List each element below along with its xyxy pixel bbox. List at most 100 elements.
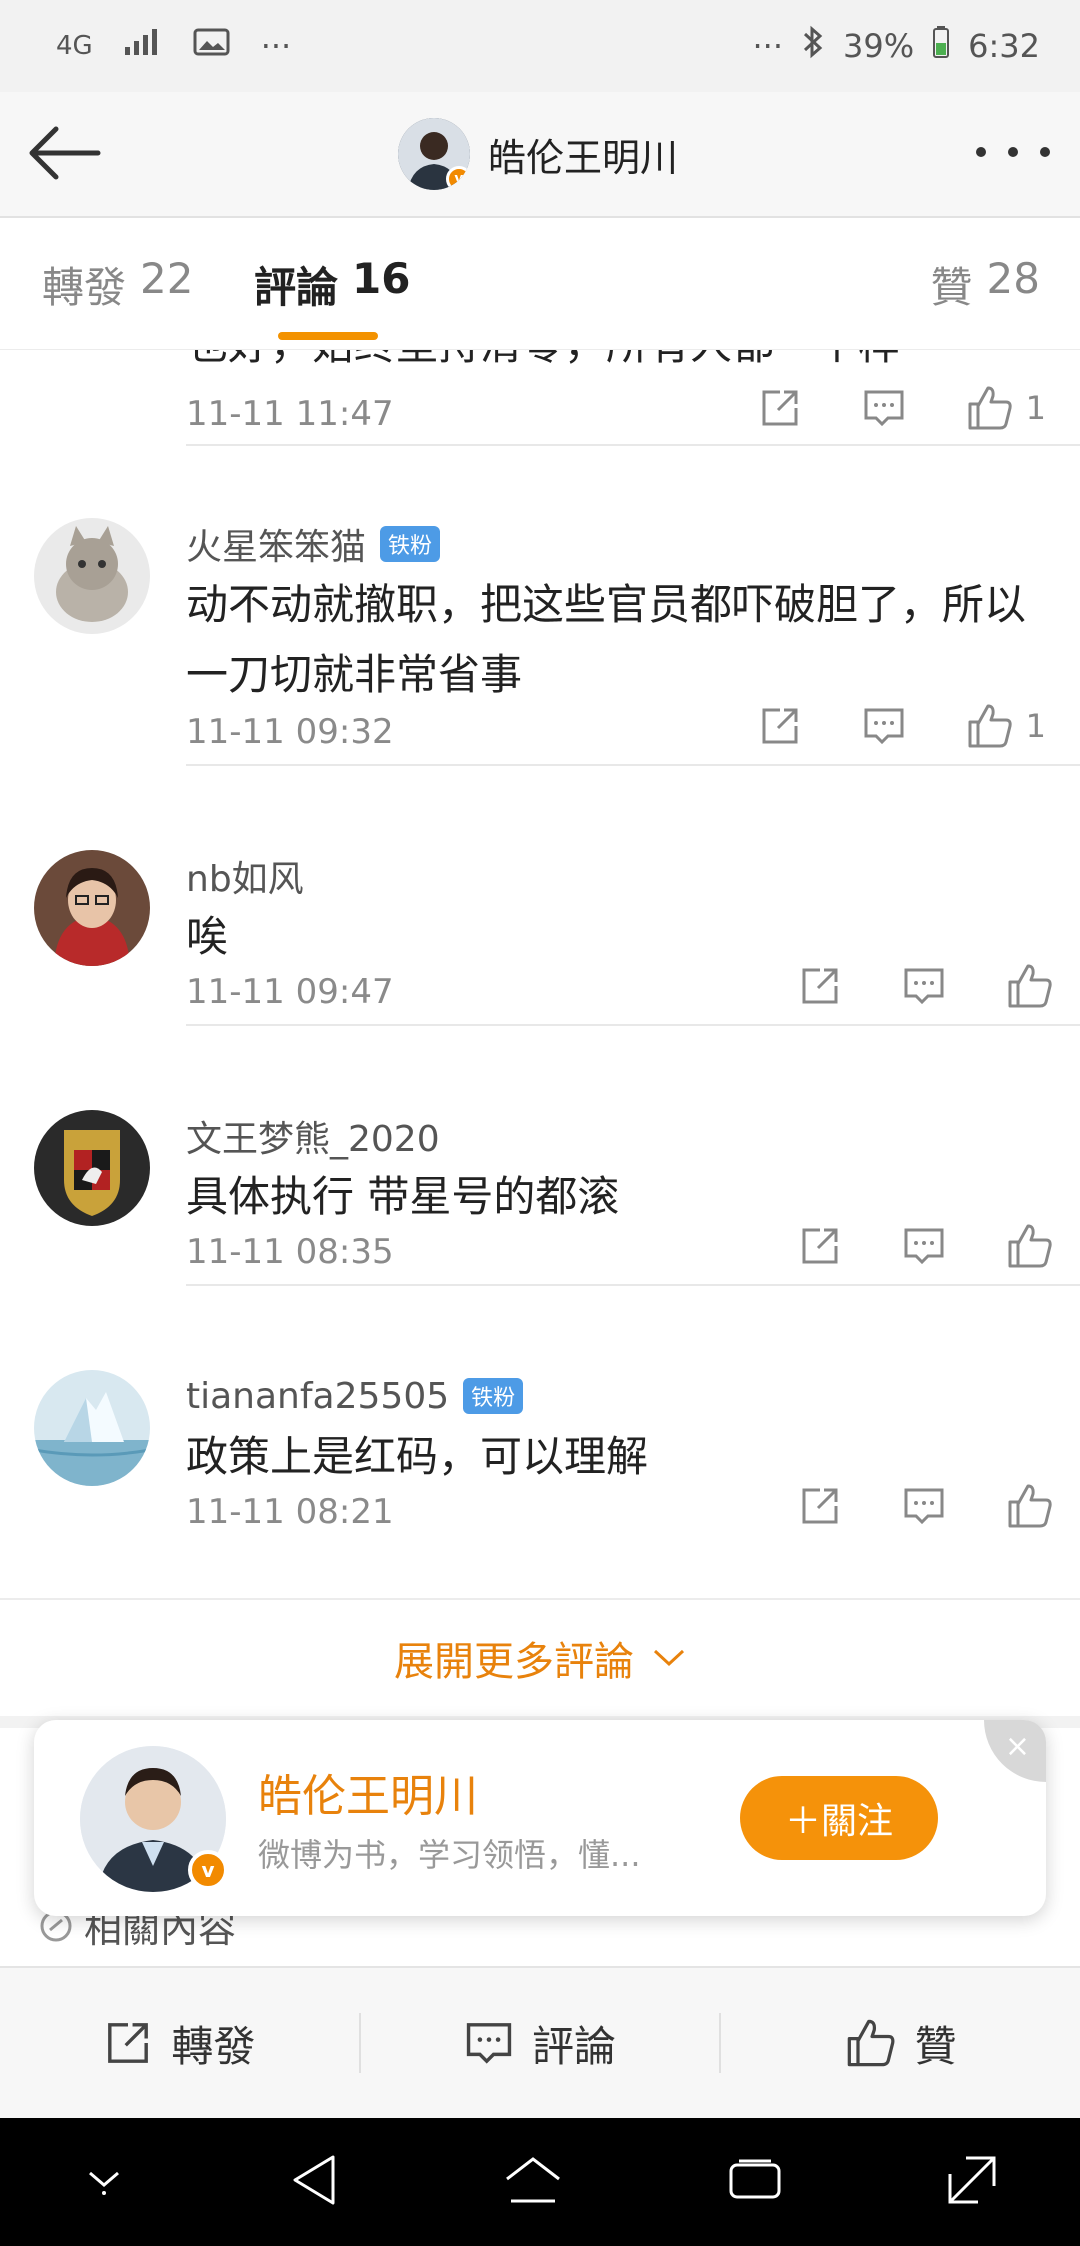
tab-repost-count: 22 [140,254,194,303]
follow-card: v 皓伦王明川 微博为书，学习领悟，懂... ＋關注 × [34,1720,1046,1916]
chevron-down-icon [653,1649,685,1667]
page-title: 皓伦王明川 [488,135,679,180]
fan-badge: 铁粉 [463,1378,524,1414]
reply-button[interactable] [902,1484,946,1528]
avatar[interactable] [34,1110,150,1226]
share-button[interactable] [758,386,802,430]
battery-icon [932,25,950,67]
like-button[interactable]: 1 [966,702,1046,750]
reply-button[interactable] [862,704,906,748]
nav-home-button[interactable] [503,2155,563,2209]
comment-actions [798,1222,1054,1270]
comment-time: 11-11 08:21 [186,1492,394,1532]
like-count: 1 [1025,389,1046,427]
expand-icon [948,2156,996,2204]
nav-author[interactable]: v 皓伦王明川 [398,116,678,192]
verified-icon: v [446,166,470,190]
like-button[interactable] [1006,1482,1054,1530]
share-icon [762,708,798,744]
nav-recents-button[interactable] [727,2157,783,2207]
reply-button[interactable] [902,964,946,1008]
share-icon [108,2023,149,2063]
comment-icon [904,1488,944,1525]
author-name[interactable]: 皓伦王明川 [258,1760,478,1824]
nav-expand-button[interactable] [946,2154,998,2210]
comment-actions [798,1482,1054,1530]
status-left: 4G ··· [56,27,291,65]
like-button[interactable] [1006,962,1054,1010]
comment-time: 11-11 09:47 [186,972,394,1012]
reply-button[interactable] [902,1224,946,1268]
clock: 6:32 [968,27,1040,65]
expand-more-comments[interactable]: 展開更多評論 [0,1598,1080,1716]
bottom-toolbar: 轉發 評論 贊 [0,1966,1080,2118]
tab-like[interactable]: 贊 28 [931,254,1040,315]
share-button[interactable] [758,704,802,748]
thumbs-up-icon [1008,1224,1052,1268]
image-icon [193,27,231,65]
status-more: ··· [260,27,292,65]
more-options-button[interactable] [976,132,1050,172]
bluetooth-icon [801,25,825,67]
comment-icon [864,708,904,745]
divider [186,444,1080,446]
tab-repost[interactable]: 轉發 22 [42,254,193,315]
share-icon [762,390,798,426]
comment-author[interactable]: tiananfa25505 铁粉 [186,1370,1050,1422]
comment-button[interactable]: 評論 [361,2013,720,2074]
author-name: 火星笨笨猫 [186,527,367,568]
comment-author[interactable]: 文王梦熊_2020 [186,1110,1050,1162]
share-button[interactable] [798,1484,842,1528]
tab-repost-label: 轉發 [42,263,127,312]
tab-bar: 轉發 22 評論 16 贊 28 [0,218,1080,350]
author-name: 文王梦熊_2020 [186,1119,440,1160]
thumbs-up-icon [1008,1484,1052,1528]
divider [186,1284,1080,1286]
share-icon [802,1488,838,1524]
back-button[interactable] [26,118,106,188]
reply-button[interactable] [862,386,906,430]
share-icon [802,968,838,1004]
comment-actions [798,962,1054,1010]
comment-time: 11-11 09:32 [186,712,394,752]
like-count: 1 [1025,707,1046,745]
nav-back-button[interactable] [289,2153,339,2211]
comment-time: 11-11 08:35 [186,1232,394,1272]
like-button[interactable]: 贊 [721,2013,1080,2074]
comment-actions: 1 [758,702,1046,750]
chevron-down-icon [88,2171,119,2195]
share-icon [802,1228,838,1264]
author-avatar[interactable]: v [80,1746,228,1892]
comment-icon [904,1228,944,1265]
avatar[interactable] [34,850,150,966]
comment-author[interactable]: nb如风 [186,850,1050,902]
recents-icon [729,2159,781,2199]
comment-author[interactable]: 火星笨笨猫 铁粉 [186,518,1050,570]
like-label: 贊 [914,2021,957,2071]
avatar[interactable] [34,518,150,634]
signal-icon [123,27,163,65]
share-button[interactable] [798,964,842,1008]
author-name: tiananfa25505 [186,1375,450,1417]
avatar: v [398,118,470,190]
nav-bar: v 皓伦王明川 [0,92,1080,218]
repost-button[interactable]: 轉發 [0,2013,359,2074]
thumbs-up-icon [847,2019,895,2067]
status-more-right: ··· [752,27,784,65]
comment-icon [864,390,904,427]
comment-text: 动不动就撤职，把这些官员都吓破胆了，所以一刀切就非常省事 [186,580,1027,699]
dot-icon [976,147,986,157]
comment-icon [904,968,944,1005]
active-tab-indicator [278,332,378,340]
follow-button[interactable]: ＋關注 [740,1776,938,1860]
dot-icon [1008,147,1018,157]
tab-comment[interactable]: 評論 16 [254,254,410,315]
hide-keyboard-button[interactable] [82,2163,126,2201]
share-button[interactable] [798,1224,842,1268]
divider [186,764,1080,766]
avatar[interactable] [34,1370,150,1486]
repost-label: 轉發 [171,2021,256,2071]
close-button[interactable]: × [984,1720,1046,1782]
like-button[interactable]: 1 [966,384,1046,432]
like-button[interactable] [1006,1222,1054,1270]
